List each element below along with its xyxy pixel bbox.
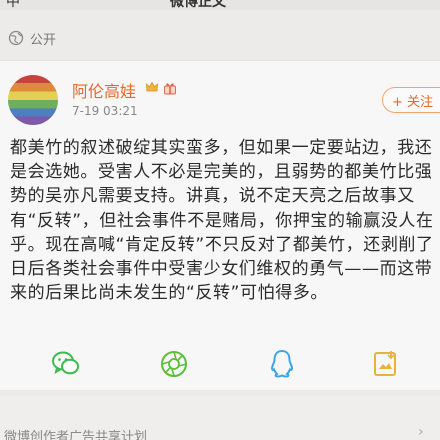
share-qq-button[interactable] — [262, 344, 302, 384]
post-card: 阿伦高娃 7-19 03:21 + 关注 都美竹的叙述破绽其实蛮多，但如果一定要… — [0, 60, 440, 390]
visibility-label: 公开 — [30, 32, 57, 48]
top-left-glyph: 中 — [6, 0, 20, 10]
wechat-icon — [52, 351, 79, 375]
author-name[interactable]: 阿伦高娃 — [72, 78, 136, 102]
moments-icon — [161, 351, 187, 377]
post-text: 都美竹的叙述破绽其实蛮多，但如果一定要站边，我还是会选她。受害人不必是完美的，且… — [10, 138, 434, 304]
visibility-indicator: 公开 — [8, 28, 56, 48]
weibo-post-screen: 中 微博正文 公开 阿伦高娃 7-19 03:21 + 关注 都美竹的叙述破绽其… — [0, 0, 440, 440]
save-image-icon — [374, 351, 396, 376]
globe-icon — [8, 30, 24, 46]
save-image-button[interactable] — [366, 344, 406, 384]
qq-icon — [271, 349, 293, 378]
chevron-right-icon: › — [418, 424, 424, 440]
share-wechat-button[interactable] — [46, 344, 86, 384]
post-timestamp: 7-19 03:21 — [72, 104, 138, 118]
gift-badge-icon — [164, 83, 176, 95]
crown-icon — [146, 81, 158, 92]
page-title: 微博正文 — [170, 0, 226, 10]
share-moments-button[interactable] — [154, 344, 194, 384]
share-row — [0, 344, 440, 388]
follow-button[interactable]: + 关注 — [382, 87, 440, 113]
footer-text[interactable]: 微博创作者广告共享计划 — [4, 426, 147, 440]
footer-bar: 微博创作者广告共享计划 › — [0, 396, 440, 440]
user-badges — [145, 80, 178, 96]
avatar[interactable] — [8, 75, 58, 125]
